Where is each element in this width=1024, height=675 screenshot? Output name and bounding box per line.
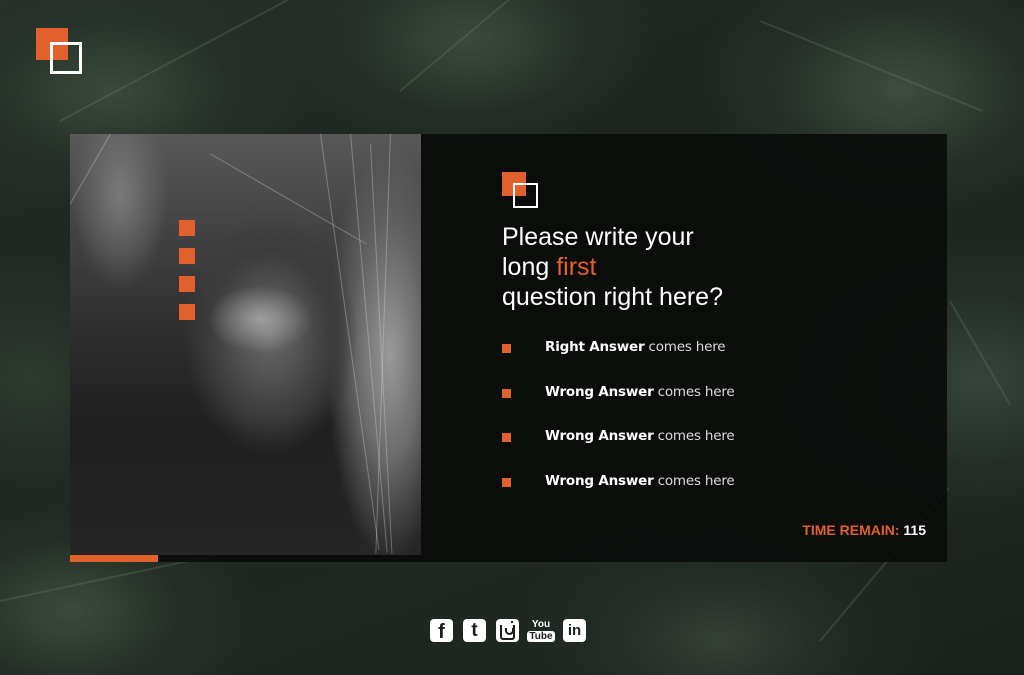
- answer-option-1[interactable]: Right Answer comes here: [502, 336, 726, 381]
- hair-strand: [320, 134, 380, 550]
- decor-dot: [179, 276, 195, 292]
- answer-strong: Right Answer: [545, 339, 645, 355]
- decor-dot: [179, 220, 195, 236]
- answer-strong: Wrong Answer: [545, 383, 654, 400]
- photo-decor-dots: [179, 220, 195, 332]
- question-line-2: long first: [502, 252, 842, 282]
- answer-strong: Wrong Answer: [545, 472, 654, 489]
- photo-accent-bar: [70, 555, 158, 562]
- answer-label: Wrong Answer comes here: [545, 384, 735, 400]
- question-line-3: question right here?: [502, 283, 723, 311]
- time-remaining: TIME REMAIN: 115: [802, 522, 926, 538]
- bullet-square-icon: [502, 388, 511, 398]
- answer-rest: comes here: [644, 339, 726, 355]
- decor-dot: [179, 248, 195, 264]
- question-text: Please write your long first question ri…: [502, 222, 842, 312]
- timer-label: TIME REMAIN:: [802, 522, 904, 538]
- brand-logo: [36, 28, 82, 74]
- answer-option-2[interactable]: Wrong Answer comes here: [502, 381, 735, 426]
- logo-outline-square: [513, 183, 538, 208]
- youtube-you: You: [531, 618, 551, 630]
- bullet-square-icon: [502, 344, 511, 353]
- leaf-vein: [759, 20, 983, 112]
- hair-strand: [210, 153, 367, 245]
- question-logo: [502, 172, 538, 208]
- portrait-photo: [70, 134, 421, 555]
- linkedin-icon[interactable]: in: [563, 619, 586, 642]
- answer-rest: comes here: [653, 383, 735, 400]
- instagram-glyph: [500, 621, 515, 640]
- facebook-icon[interactable]: f: [430, 619, 453, 643]
- question-line-1: Please write your: [502, 223, 694, 251]
- tumblr-glyph: t: [471, 619, 478, 641]
- facebook-glyph: f: [438, 621, 445, 643]
- answer-option-4[interactable]: Wrong Answer comes here: [502, 470, 735, 515]
- hair-strand: [70, 134, 111, 308]
- answer-rest: comes here: [653, 428, 735, 444]
- leaf-vein: [59, 0, 291, 122]
- bullet-square-icon: [502, 477, 511, 487]
- answer-label: Right Answer comes here: [545, 339, 726, 355]
- question-line-2-prefix: long: [502, 253, 557, 281]
- answer-label: Wrong Answer comes here: [545, 428, 735, 444]
- logo-outline-square: [50, 42, 82, 74]
- question-accent-word: first: [556, 253, 597, 281]
- leaf-vein: [399, 0, 539, 92]
- youtube-icon[interactable]: You Tube: [527, 618, 555, 642]
- youtube-tube: Tube: [527, 630, 555, 642]
- answer-list: Right Answer comes here Wrong Answer com…: [502, 336, 735, 515]
- answer-label: Wrong Answer comes here: [545, 473, 735, 489]
- bullet-square-icon: [502, 433, 511, 442]
- decor-dot: [179, 304, 195, 320]
- leaf-vein: [949, 300, 1011, 406]
- answer-rest: comes here: [653, 472, 735, 489]
- answer-strong: Wrong Answer: [545, 428, 654, 444]
- linkedin-glyph: in: [567, 622, 582, 639]
- social-links: f t You Tube in: [430, 618, 586, 643]
- tumblr-icon[interactable]: t: [463, 619, 486, 642]
- answer-option-3[interactable]: Wrong Answer comes here: [502, 425, 735, 470]
- instagram-icon[interactable]: [496, 619, 519, 642]
- timer-value: 115: [903, 522, 926, 538]
